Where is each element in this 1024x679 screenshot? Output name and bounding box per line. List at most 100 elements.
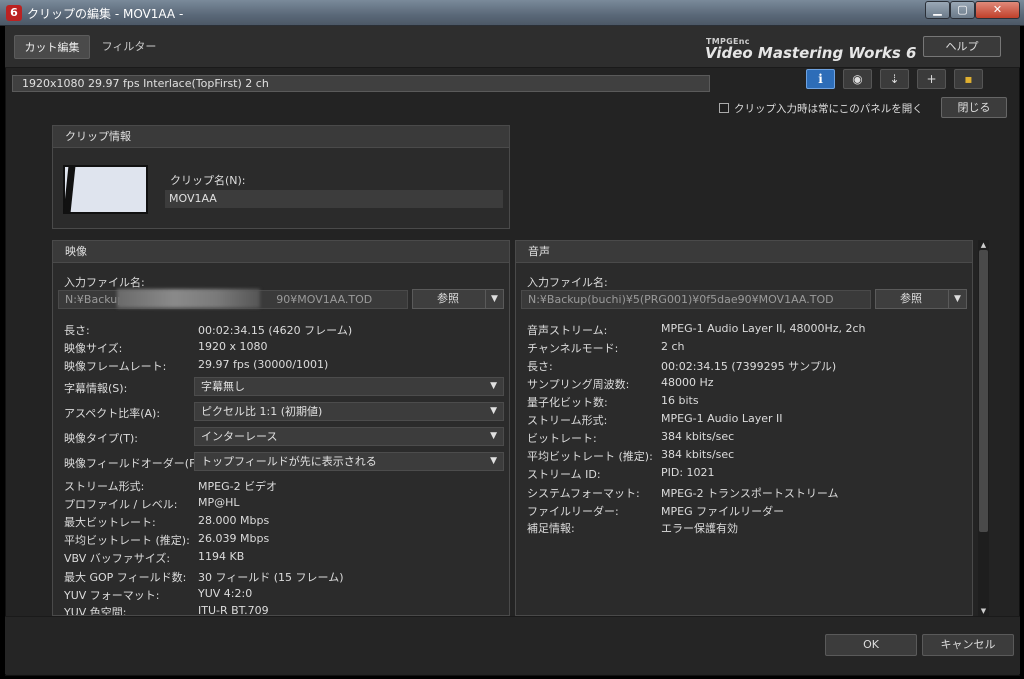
avg-bitrate-value: 26.039 Mbps	[198, 532, 270, 545]
chevron-down-icon[interactable]: ▼	[485, 290, 503, 308]
field-order-label: 映像フィールドオーダー(F):	[64, 457, 204, 470]
video-path-prefix: N:¥Backup	[65, 293, 125, 306]
scrollbar-thumb[interactable]	[979, 250, 988, 532]
audio-bitrate-value: 384 kbits/sec	[661, 430, 735, 443]
bit-depth-value: 16 bits	[661, 394, 699, 407]
audio-avg-bitrate-label: 平均ビットレート (推定):	[527, 450, 653, 463]
subtitle-select-value: 字幕無し	[201, 380, 245, 393]
video-framerate-value: 29.97 fps (30000/1001)	[198, 358, 329, 371]
video-browse-label: 参照	[437, 292, 459, 305]
video-length-value: 00:02:34.15 (4620 フレーム)	[198, 324, 353, 337]
open-panel-checkbox[interactable]	[719, 103, 729, 113]
audio-stream-format-value: MPEG-1 Audio Layer II	[661, 412, 783, 425]
brand-product: Video Mastering Works 6	[705, 44, 917, 62]
video-stream-format-label: ストリーム形式:	[64, 480, 145, 493]
ok-button[interactable]: OK	[825, 634, 917, 656]
eye-icon[interactable]: ◉	[843, 69, 872, 89]
close-panel-button[interactable]: 閉じる	[941, 97, 1007, 118]
clip-thumbnail	[63, 165, 148, 214]
video-input-file-label: 入力ファイル名:	[64, 276, 145, 289]
field-order-select-value: トップフィールドが先に表示される	[201, 455, 377, 468]
channel-mode-label: チャンネルモード:	[527, 342, 619, 355]
info-icon[interactable]: i	[806, 69, 835, 89]
channel-mode-value: 2 ch	[661, 340, 685, 353]
profile-level-label: プロファイル / レベル:	[64, 498, 178, 511]
audio-stream-value: MPEG-1 Audio Layer II, 48000Hz, 2ch	[661, 322, 866, 335]
format-info-bar: 1920x1080 29.97 fps Interlace(TopFirst) …	[12, 75, 710, 92]
audio-header: 音声	[516, 241, 972, 263]
audio-input-file-label: 入力ファイル名:	[527, 276, 608, 289]
yuv-format-value: YUV 4:2:0	[198, 587, 253, 600]
yuv-colorspace-value: ITU-R BT.709	[198, 604, 269, 616]
clip-info-header: クリップ情報	[53, 126, 509, 148]
profile-level-value: MP@HL	[198, 496, 240, 509]
clip-name-label: クリップ名(N):	[170, 174, 246, 187]
vbv-buffer-value: 1194 KB	[198, 550, 245, 563]
aspect-select[interactable]: ピクセル比 1:1 (初期値) ▼	[194, 402, 504, 421]
sampling-freq-label: サンプリング周波数:	[527, 378, 630, 391]
yuv-format-label: YUV フォーマット:	[64, 589, 160, 602]
color-icon[interactable]: ▪	[954, 69, 983, 89]
audio-stream-label: 音声ストリーム:	[527, 324, 608, 337]
max-gop-value: 30 フィールド (15 フレーム)	[198, 571, 344, 584]
vbv-buffer-label: VBV バッファサイズ:	[64, 552, 171, 565]
minimize-button[interactable]: ▁	[925, 1, 950, 19]
tab-cut-edit[interactable]: カット編集	[14, 35, 90, 59]
scroll-up-icon[interactable]: ▲	[978, 240, 989, 250]
avg-bitrate-label: 平均ビットレート (推定):	[64, 534, 190, 547]
file-reader-value: MPEG ファイルリーダー	[661, 505, 785, 518]
video-type-label: 映像タイプ(T):	[64, 432, 139, 445]
subtitle-label: 字幕情報(S):	[64, 382, 128, 395]
audio-avg-bitrate-value: 384 kbits/sec	[661, 448, 735, 461]
help-button[interactable]: ヘルプ	[923, 36, 1001, 57]
scroll-down-icon[interactable]: ▼	[978, 606, 989, 616]
chevron-down-icon: ▼	[490, 381, 497, 391]
stream-id-label: ストリーム ID:	[527, 468, 601, 481]
video-stream-format-value: MPEG-2 ビデオ	[198, 480, 278, 493]
app-icon[interactable]: 6	[6, 5, 22, 21]
close-window-button[interactable]: ✕	[975, 1, 1020, 19]
video-browse-button[interactable]: 参照 ▼	[412, 289, 504, 309]
video-header: 映像	[53, 241, 509, 263]
audio-length-value: 00:02:34.15 (7399295 サンプル)	[661, 360, 837, 373]
cancel-button[interactable]: キャンセル	[922, 634, 1014, 656]
video-length-label: 長さ:	[64, 324, 90, 337]
stream-id-value: PID: 1021	[661, 466, 715, 479]
video-path-suffix: 90¥MOV1AA.TOD	[276, 293, 373, 306]
audio-input-file-field: N:¥Backup(buchi)¥5(PRG001)¥0f5dae90¥MOV1…	[521, 290, 871, 309]
chevron-down-icon: ▼	[490, 456, 497, 466]
field-order-select[interactable]: トップフィールドが先に表示される ▼	[194, 452, 504, 471]
extra-info-label: 補足情報:	[527, 522, 575, 535]
chevron-down-icon: ▼	[490, 431, 497, 441]
window-title: クリップの編集 - MOV1AA -	[27, 7, 184, 21]
redacted-path-segment	[117, 289, 260, 308]
cut-icon[interactable]: ⇣	[880, 69, 909, 89]
maximize-button[interactable]: ▢	[950, 1, 975, 19]
max-bitrate-label: 最大ビットレート:	[64, 516, 156, 529]
video-size-value: 1920 x 1080	[198, 340, 268, 353]
system-format-value: MPEG-2 トランスポートストリーム	[661, 487, 839, 500]
audio-browse-label: 参照	[900, 292, 922, 305]
open-panel-checkbox-label[interactable]: クリップ入力時は常にこのパネルを開く	[734, 101, 923, 116]
clip-name-input[interactable]: MOV1AA	[165, 190, 503, 208]
video-framerate-label: 映像フレームレート:	[64, 360, 167, 373]
audio-panel: 音声 入力ファイル名: N:¥Backup(buchi)¥5(PRG001)¥0…	[515, 240, 973, 616]
add-icon[interactable]: +	[917, 69, 946, 89]
subtitle-select[interactable]: 字幕無し ▼	[194, 377, 504, 396]
max-bitrate-value: 28.000 Mbps	[198, 514, 270, 527]
aspect-label: アスペクト比率(A):	[64, 407, 161, 420]
max-gop-label: 最大 GOP フィールド数:	[64, 571, 187, 584]
audio-length-label: 長さ:	[527, 360, 553, 373]
chevron-down-icon[interactable]: ▼	[948, 290, 966, 308]
video-type-select[interactable]: インターレース ▼	[194, 427, 504, 446]
file-reader-label: ファイルリーダー:	[527, 505, 619, 518]
tab-filter[interactable]: フィルター	[96, 35, 162, 59]
audio-bitrate-label: ビットレート:	[527, 432, 597, 445]
video-type-select-value: インターレース	[201, 430, 278, 443]
system-format-label: システムフォーマット:	[527, 487, 640, 500]
aspect-select-value: ピクセル比 1:1 (初期値)	[201, 405, 323, 418]
bit-depth-label: 量子化ビット数:	[527, 396, 608, 409]
audio-browse-button[interactable]: 参照 ▼	[875, 289, 967, 309]
chevron-down-icon: ▼	[490, 406, 497, 416]
extra-info-value: エラー保護有効	[661, 522, 738, 535]
